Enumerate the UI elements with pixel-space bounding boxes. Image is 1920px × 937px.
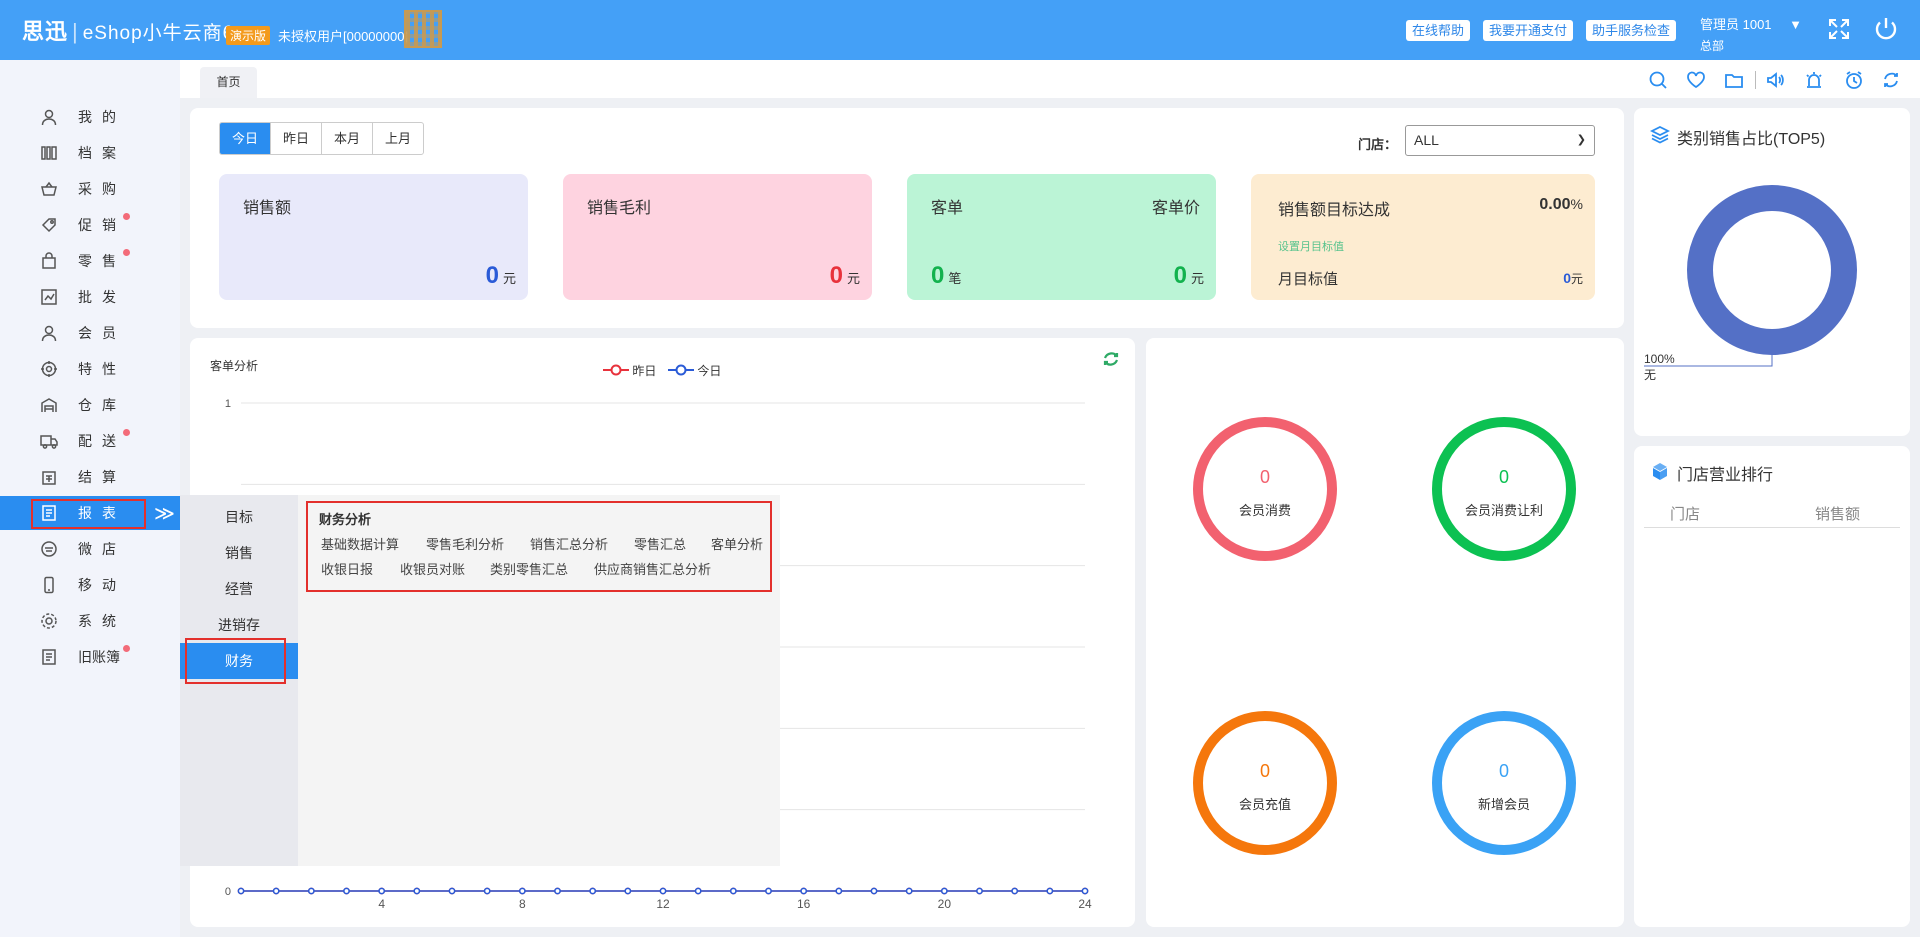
series-point	[448, 887, 456, 895]
donut-slice-none	[1687, 185, 1857, 355]
series-point	[905, 887, 913, 895]
series-point	[624, 887, 632, 895]
x-tick-label: 24	[1078, 897, 1092, 911]
series-point	[378, 887, 386, 895]
series-point	[483, 887, 491, 895]
donut-percent-label: 100%	[1644, 352, 1675, 366]
member-stat-label: 会员消费让利	[1464, 503, 1543, 518]
member-stat-value: 0	[1259, 467, 1270, 487]
member-stat-value: 0	[1259, 761, 1270, 781]
rank-col-store: 门店	[1670, 506, 1701, 523]
member-stat-label: 新增会员	[1477, 797, 1530, 812]
x-tick-label: 20	[938, 897, 952, 911]
series-point	[1011, 887, 1019, 895]
finance-link[interactable]: 销售汇总分析	[530, 534, 608, 553]
member-stat-ring: 0 新增会员	[1432, 711, 1576, 855]
x-tick-label: 8	[519, 897, 526, 911]
series-point	[800, 887, 808, 895]
y-tick-label: 1	[225, 398, 231, 410]
x-tick-label: 12	[656, 897, 670, 911]
member-stat-label: 会员消费	[1238, 503, 1291, 518]
finance-link[interactable]: 基础数据计算	[321, 534, 399, 553]
series-point	[1046, 887, 1054, 895]
series-point	[237, 887, 245, 895]
series-point	[729, 887, 737, 895]
series-point	[870, 887, 878, 895]
series-point	[659, 887, 667, 895]
finance-link[interactable]: 零售汇总	[634, 534, 686, 553]
series-point	[765, 887, 772, 895]
submenu-item-2[interactable]: 经营	[180, 571, 298, 607]
finance-link[interactable]: 类别零售汇总	[490, 559, 568, 578]
finance-title: 财务分析	[319, 512, 372, 527]
series-point	[413, 887, 421, 895]
submenu-item-0[interactable]: 目标	[180, 499, 298, 535]
series-point	[694, 887, 702, 895]
submenu-item-3[interactable]: 进销存	[180, 607, 298, 643]
series-point	[976, 887, 983, 895]
cube-icon	[1653, 463, 1667, 480]
series-point	[940, 887, 948, 895]
series-point	[554, 887, 561, 895]
series-point	[1081, 887, 1089, 895]
x-tick-label: 4	[378, 897, 385, 911]
rank-header-divider	[1644, 527, 1900, 528]
category-donut-chart	[1644, 185, 1857, 367]
member-stat-ring: 0 会员充值	[1193, 711, 1337, 855]
member-stat-ring: 0 会员消费让利	[1432, 417, 1576, 561]
series-point	[307, 887, 315, 895]
series-point	[518, 887, 526, 895]
rank-col-sales: 销售额	[1815, 506, 1861, 523]
store-rank-title: 门店营业排行	[1677, 467, 1774, 484]
submenu-item-4[interactable]: 财务	[180, 643, 298, 679]
x-tick-label: 16	[797, 897, 811, 911]
finance-link[interactable]: 零售毛利分析	[426, 534, 504, 553]
donut-slice-label: 无	[1644, 368, 1657, 382]
member-panel	[1146, 338, 1624, 927]
y-tick-label: 0	[225, 886, 231, 898]
finance-link[interactable]: 收银日报	[321, 559, 373, 578]
series-point	[343, 887, 350, 895]
series-point	[272, 887, 280, 895]
submenu-item-1[interactable]: 销售	[180, 535, 298, 571]
member-stat-label: 会员充值	[1238, 797, 1291, 812]
finance-link[interactable]: 收银员对账	[400, 559, 465, 578]
member-stat-value: 0	[1498, 761, 1509, 781]
finance-link[interactable]: 供应商销售汇总分析	[594, 559, 711, 578]
member-stat-ring: 0 会员消费	[1193, 417, 1337, 561]
finance-link[interactable]: 客单分析	[711, 534, 763, 553]
series-point	[835, 887, 843, 895]
series-point	[589, 887, 597, 895]
member-stat-value: 0	[1498, 467, 1509, 487]
